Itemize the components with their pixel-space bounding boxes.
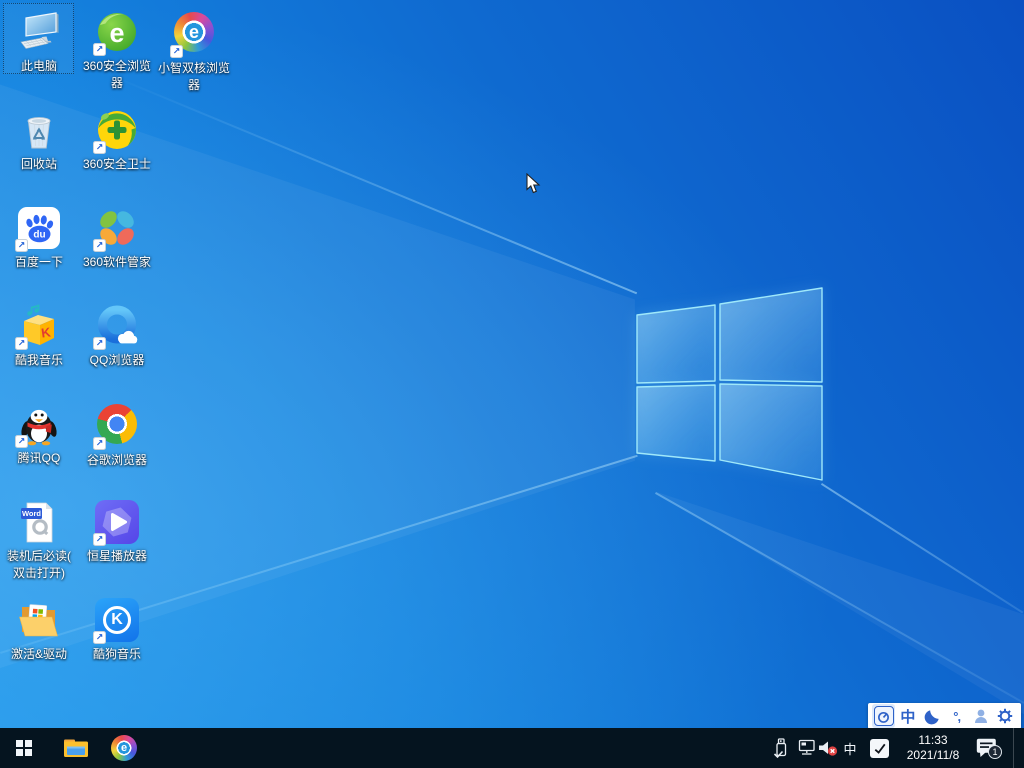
desktop-icon-label: 激活&驱动 [10,647,67,661]
windows-start-icon [16,740,32,756]
desktop-icon-label: 小智双核浏览器 [157,61,230,92]
start-button[interactable] [0,728,48,768]
desktop-icon-360-guard[interactable]: ↗ 360安全卫士 [79,108,155,173]
ime-language-bar: 中 °, [868,703,1021,729]
clock-date: 2021/11/8 [906,748,960,762]
svg-text:Word: Word [22,509,41,518]
ime-pinyin-indicator[interactable] [872,704,895,728]
desktop-icon-xiaozhi[interactable]: e ↗ 小智双核浏览器 [156,10,232,94]
shortcut-arrow-icon: ↗ [15,239,28,252]
star-player-icon: ↗ [93,500,139,546]
desktop-icon-label: QQ浏览器 [89,353,145,367]
desktop-icon-360-browser[interactable]: e ↗ 360安全浏览器 [79,10,155,92]
show-desktop-button[interactable] [1013,728,1024,768]
svg-text:e: e [109,18,124,48]
desktop-icon-this-pc[interactable]: 此电脑 [1,10,77,75]
windows-logo-wallpaper [636,287,823,481]
qq-browser-icon: ↗ [93,304,139,350]
360-guard-icon: ↗ [93,108,139,154]
shortcut-arrow-icon: ↗ [93,239,106,252]
svg-text:du: du [33,230,45,241]
shortcut-arrow-icon: ↗ [170,45,183,58]
tray-ime-status-icon[interactable] [866,728,892,768]
desktop-icon-label: 360安全浏览器 [82,59,152,90]
taskbar: e 中 11:33 2021/11/8 1 [0,728,1024,768]
360-browser-icon: e ↗ [93,10,139,56]
ime-chinese-mode[interactable]: 中 [896,704,919,728]
desktop-icon-label: 回收站 [20,157,57,171]
desktop[interactable]: { "desktop": { "selected_icon": "this-pc… [0,0,1024,768]
desktop-icon-label: 装机后必读(双击打开) [7,549,71,580]
folder-open-icon [17,598,61,642]
desktop-icon-activation[interactable]: 激活&驱动 [1,598,77,663]
light-beam-line [655,492,1024,704]
desktop-icon-recycle-bin[interactable]: 回收站 [1,108,77,173]
desktop-icon-baidu[interactable]: du ↗ 百度一下 [1,206,77,271]
shortcut-arrow-icon: ↗ [93,43,106,56]
light-beam-line [104,72,638,294]
desktop-icon-label: 360软件管家 [82,255,152,269]
notification-count-badge: 1 [988,745,1002,759]
tray-ime-mode-indicator[interactable]: 中 [840,728,860,768]
shortcut-arrow-icon: ↗ [93,437,106,450]
kugou-music-icon: K ↗ [93,598,139,644]
desktop-icon-label: 谷歌浏览器 [86,453,147,467]
file-explorer-icon [64,739,88,757]
tray-usb-icon[interactable] [770,728,794,768]
desktop-icon-label: 腾讯QQ [17,451,61,465]
shortcut-arrow-icon: ↗ [93,141,106,154]
baidu-icon: du ↗ [15,206,61,252]
desktop-icon-360-manager[interactable]: ↗ 360软件管家 [79,206,155,271]
desktop-icon-qq-browser[interactable]: ↗ QQ浏览器 [79,304,155,369]
clock-time: 11:33 [918,733,948,747]
mouse-cursor [526,172,541,200]
taskbar-clock[interactable]: 11:33 2021/11/8 [897,728,969,768]
desktop-icon-chrome[interactable]: ↗ 谷歌浏览器 [79,402,155,469]
recycle-bin-icon [17,108,61,152]
ime-fullwidth-moon-icon[interactable] [921,704,944,728]
word-doc-icon: Word [17,500,61,544]
kuwo-music-icon: K ↗ [15,304,61,350]
shortcut-arrow-icon: ↗ [93,337,106,350]
desktop-icon-label: 酷我音乐 [14,353,63,367]
taskbar-file-explorer-button[interactable] [56,728,96,768]
desktop-icon-label: 恒星播放器 [86,549,147,563]
desktop-icon-qq[interactable]: ↗ 腾讯QQ [1,402,77,467]
desktop-icon-readme[interactable]: Word 装机后必读(双击打开) [1,500,77,582]
desktop-icon-label: 酷狗音乐 [92,647,141,661]
desktop-icon-kuwo[interactable]: K ↗ 酷我音乐 [1,304,77,369]
ime-user-icon[interactable] [970,704,993,728]
tray-network-icon[interactable] [794,728,818,768]
360-manager-icon: ↗ [93,206,139,252]
ime-settings-gear-icon[interactable] [994,704,1017,728]
xiaozhi-browser-icon: e ↗ [170,12,216,58]
desktop-icon-label: 360安全卫士 [82,157,152,171]
desktop-icon-label: 此电脑 [20,59,57,73]
taskbar-browser-button[interactable]: e [104,728,144,768]
shortcut-arrow-icon: ↗ [93,631,106,644]
tray-volume-muted-icon[interactable] [816,728,840,768]
shortcut-arrow-icon: ↗ [93,533,106,546]
desktop-icon-label: 百度一下 [14,255,63,269]
tencent-qq-icon: ↗ [15,402,61,448]
browser-e-icon: e [111,735,137,761]
desktop-icon-kugou[interactable]: K ↗ 酷狗音乐 [79,598,155,663]
this-pc-icon [17,10,61,54]
chrome-icon: ↗ [93,404,139,450]
ime-punctuation-toggle[interactable]: °, [945,704,968,728]
shortcut-arrow-icon: ↗ [15,435,28,448]
shortcut-arrow-icon: ↗ [15,337,28,350]
light-beam-line [821,483,1024,614]
desktop-icon-star-player[interactable]: ↗ 恒星播放器 [79,500,155,565]
